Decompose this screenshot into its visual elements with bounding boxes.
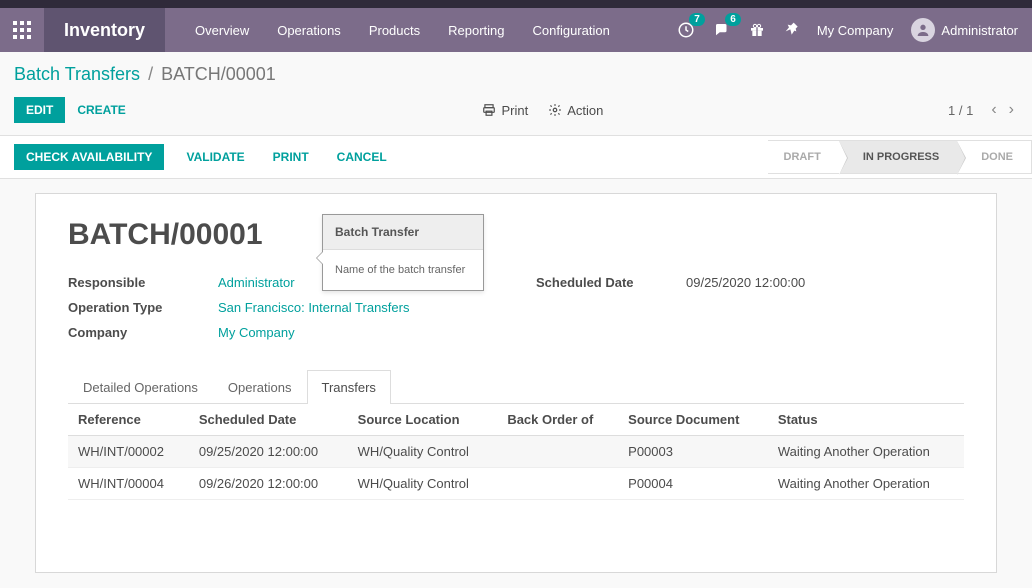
th-source-doc[interactable]: Source Document bbox=[618, 404, 768, 436]
nav-operations[interactable]: Operations bbox=[277, 23, 341, 38]
value-company[interactable]: My Company bbox=[218, 325, 295, 340]
cell-reference: WH/INT/00004 bbox=[68, 468, 189, 500]
print-label: Print bbox=[501, 103, 528, 118]
th-source-loc[interactable]: Source Location bbox=[348, 404, 498, 436]
status-stages: DRAFT IN PROGRESS DONE bbox=[768, 140, 1032, 174]
discuss-icon[interactable]: 6 bbox=[713, 21, 731, 39]
table-row[interactable]: WH/INT/0000409/26/2020 12:00:00WH/Qualit… bbox=[68, 468, 964, 500]
pager-prev[interactable]: ‹ bbox=[987, 101, 1000, 119]
cell-source_loc: WH/Quality Control bbox=[348, 436, 498, 468]
validate-button[interactable]: VALIDATE bbox=[180, 144, 250, 170]
tabs: Detailed Operations Operations Transfers bbox=[68, 369, 964, 404]
tab-transfers[interactable]: Transfers bbox=[307, 370, 391, 404]
pager-next[interactable]: › bbox=[1005, 101, 1018, 119]
th-reference[interactable]: Reference bbox=[68, 404, 189, 436]
user-name: Administrator bbox=[941, 23, 1018, 38]
print-dropdown[interactable]: Print bbox=[482, 103, 528, 118]
nav-configuration[interactable]: Configuration bbox=[533, 23, 610, 38]
printer-icon bbox=[482, 103, 496, 117]
check-availability-button[interactable]: CHECK AVAILABILITY bbox=[14, 144, 164, 170]
cell-back_order bbox=[497, 436, 618, 468]
stage-draft[interactable]: DRAFT bbox=[768, 140, 839, 174]
breadcrumb-current: BATCH/00001 bbox=[161, 64, 276, 85]
cancel-button[interactable]: CANCEL bbox=[331, 144, 393, 170]
value-operation-type[interactable]: San Francisco: Internal Transfers bbox=[218, 300, 409, 315]
gear-icon bbox=[548, 103, 562, 117]
nav-overview[interactable]: Overview bbox=[195, 23, 249, 38]
stage-done[interactable]: DONE bbox=[957, 140, 1032, 174]
cell-scheduled: 09/25/2020 12:00:00 bbox=[189, 436, 348, 468]
nav-menu: Overview Operations Products Reporting C… bbox=[195, 23, 610, 38]
tooltip-body: Name of the batch transfer bbox=[323, 250, 483, 290]
nav-reporting[interactable]: Reporting bbox=[448, 23, 504, 38]
action-label: Action bbox=[567, 103, 603, 118]
avatar-icon bbox=[911, 18, 935, 42]
cell-source_loc: WH/Quality Control bbox=[348, 468, 498, 500]
value-responsible[interactable]: Administrator bbox=[218, 275, 295, 290]
main-navbar: Inventory Overview Operations Products R… bbox=[0, 8, 1032, 52]
discuss-badge: 6 bbox=[725, 13, 741, 26]
field-tooltip: Batch Transfer Name of the batch transfe… bbox=[322, 214, 484, 291]
th-back-order[interactable]: Back Order of bbox=[497, 404, 618, 436]
control-panel: EDIT CREATE Print Action 1 / 1 ‹ › bbox=[0, 91, 1032, 135]
cell-scheduled: 09/26/2020 12:00:00 bbox=[189, 468, 348, 500]
cell-status: Waiting Another Operation bbox=[768, 436, 964, 468]
user-menu[interactable]: Administrator bbox=[911, 18, 1018, 42]
company-switcher[interactable]: My Company bbox=[817, 23, 894, 38]
pager-count: 1 / 1 bbox=[948, 103, 973, 118]
cell-source_doc: P00003 bbox=[618, 436, 768, 468]
label-scheduled-date: Scheduled Date bbox=[536, 275, 686, 290]
tab-detailed-operations[interactable]: Detailed Operations bbox=[68, 370, 213, 404]
record-title: BATCH/00001 bbox=[68, 218, 964, 252]
top-strip bbox=[0, 0, 1032, 8]
apps-icon[interactable] bbox=[0, 8, 44, 52]
th-status[interactable]: Status bbox=[768, 404, 964, 436]
breadcrumb-parent[interactable]: Batch Transfers bbox=[14, 64, 140, 85]
transfers-table: Reference Scheduled Date Source Location… bbox=[68, 404, 964, 500]
app-brand[interactable]: Inventory bbox=[44, 8, 165, 52]
activity-icon[interactable]: 7 bbox=[677, 21, 695, 39]
cell-reference: WH/INT/00002 bbox=[68, 436, 189, 468]
status-bar: CHECK AVAILABILITY VALIDATE PRINT CANCEL… bbox=[0, 135, 1032, 179]
table-row[interactable]: WH/INT/0000209/25/2020 12:00:00WH/Qualit… bbox=[68, 436, 964, 468]
gift-icon[interactable] bbox=[749, 22, 765, 38]
breadcrumb: Batch Transfers / BATCH/00001 bbox=[0, 52, 1032, 91]
form-sheet: BATCH/00001 Batch Transfer Name of the b… bbox=[35, 193, 997, 573]
th-scheduled[interactable]: Scheduled Date bbox=[189, 404, 348, 436]
label-company: Company bbox=[68, 325, 218, 340]
edit-button[interactable]: EDIT bbox=[14, 97, 65, 123]
activity-badge: 7 bbox=[689, 13, 705, 26]
debug-icon[interactable] bbox=[783, 22, 799, 38]
cell-source_doc: P00004 bbox=[618, 468, 768, 500]
tooltip-header: Batch Transfer bbox=[323, 215, 483, 250]
label-operation-type: Operation Type bbox=[68, 300, 218, 315]
cell-status: Waiting Another Operation bbox=[768, 468, 964, 500]
nav-products[interactable]: Products bbox=[369, 23, 420, 38]
stage-in-progress[interactable]: IN PROGRESS bbox=[839, 140, 957, 174]
cell-back_order bbox=[497, 468, 618, 500]
label-responsible: Responsible bbox=[68, 275, 218, 290]
tab-operations[interactable]: Operations bbox=[213, 370, 307, 404]
create-button[interactable]: CREATE bbox=[65, 97, 137, 123]
value-scheduled-date: 09/25/2020 12:00:00 bbox=[686, 275, 805, 290]
breadcrumb-sep: / bbox=[148, 64, 153, 85]
nav-right: 7 6 My Company Administrator bbox=[677, 18, 1032, 42]
action-dropdown[interactable]: Action bbox=[548, 103, 603, 118]
print-button[interactable]: PRINT bbox=[267, 144, 315, 170]
